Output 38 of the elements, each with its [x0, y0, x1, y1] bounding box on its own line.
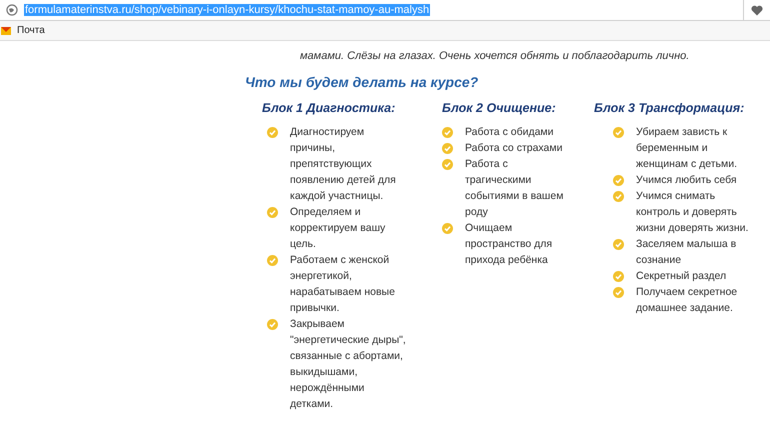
envelope-icon: [1, 26, 11, 34]
list-item-text: Работа с трагическими событиями в вашем роду: [465, 157, 564, 220]
check-icon: [442, 223, 453, 234]
intro-text: мамами. Слёзы на глазах. Очень хочется обнять и поблагодарить лично.: [300, 50, 690, 62]
list-item-text: Очищаем пространство для прихода ребёнка: [465, 221, 554, 268]
check-icon: [613, 175, 624, 186]
block-title: Блок 1 Диагностика:: [262, 101, 396, 115]
check-icon: [442, 159, 453, 170]
check-icon: [613, 239, 624, 250]
list-item-text: Получаем секретное домашнее задание.: [636, 285, 738, 316]
block-title: Блок 3 Трансформация:: [594, 101, 746, 115]
list-item-text: Диагностируем причины, препятствующих появлению детей для каждой участницы.: [290, 125, 397, 204]
list-item-text: Работа с обидами: [465, 125, 555, 140]
list-item-text: Учимся любить себя: [636, 173, 738, 188]
block-title: Блок 2 Очищение:: [442, 101, 557, 115]
section-title: Что мы будем делать на курсе?: [245, 74, 480, 90]
list-item-text: Учимся снимать контроль и доверять жизни доверять жизни.: [636, 189, 750, 236]
check-icon: [442, 143, 453, 154]
bookmark-label: Почта: [17, 25, 45, 36]
list-item-text: Работаем с женской энергетикой, нарабатываем новые привычки.: [290, 253, 396, 316]
bookmark-link[interactable]: Почта: [1, 25, 45, 36]
check-icon: [613, 127, 624, 138]
check-icon: [267, 207, 278, 218]
list-item-text: Убираем зависть к беременным и женщинам с детьми.: [636, 125, 738, 172]
check-icon: [613, 287, 624, 298]
list-item-text: Заселяем малыша в сознание: [636, 237, 738, 268]
check-icon: [267, 319, 278, 330]
list-item-text: Определяем и корректируем вашу цель.: [290, 205, 386, 252]
check-icon: [613, 271, 624, 282]
check-icon: [267, 127, 278, 138]
heart-icon[interactable]: [751, 4, 763, 16]
list-item-text: Секретный раздел: [636, 269, 728, 284]
list-item-text: Закрываем "энергетические дыры", связанные с абортами, выкидышами, нерождёнными детками.: [290, 317, 407, 412]
list-item-text: Работа со страхами: [465, 141, 564, 156]
globe-icon: [6, 4, 18, 16]
check-icon: [613, 191, 624, 202]
check-icon: [267, 255, 278, 266]
check-icon: [442, 127, 453, 138]
